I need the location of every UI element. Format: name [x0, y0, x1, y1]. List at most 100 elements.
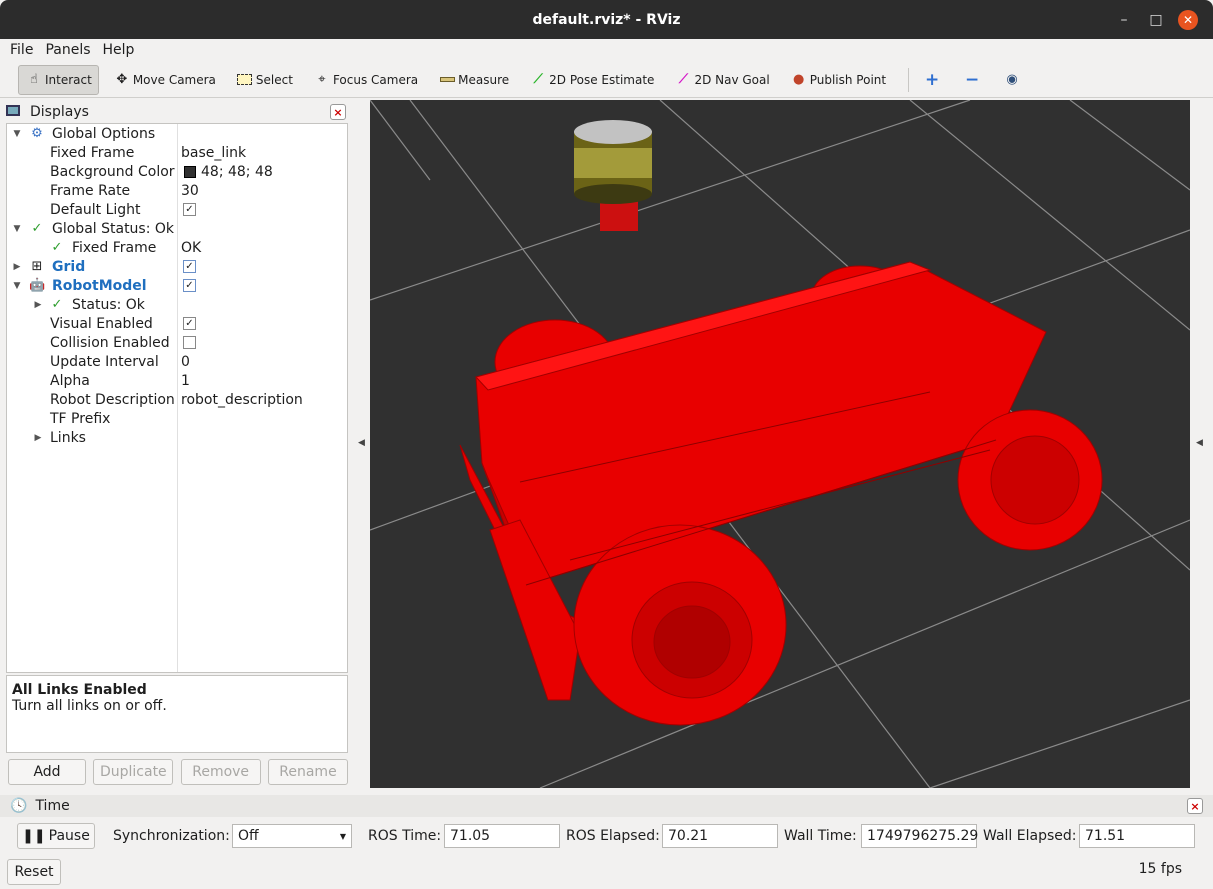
- crosshair-icon: ⌖: [318, 72, 326, 87]
- color-swatch: [184, 165, 196, 178]
- collapse-right-icon[interactable]: ◀: [1196, 438, 1203, 448]
- tree-row-tf-prefix[interactable]: TF Prefix: [7, 409, 347, 428]
- duplicate-button[interactable]: Duplicate: [93, 759, 174, 785]
- ruler-icon: [438, 72, 456, 88]
- collision-enabled-checkbox[interactable]: [183, 336, 196, 349]
- time-footer: Reset 15 fps: [0, 858, 1213, 886]
- clock-icon: 🕓: [10, 798, 28, 814]
- magenta-arrow-icon: ⟋: [678, 72, 688, 87]
- menu-panels[interactable]: Panels: [45, 42, 90, 58]
- close-panel-button[interactable]: ×: [330, 104, 346, 120]
- plus-icon: +: [924, 69, 940, 90]
- close-time-panel-button[interactable]: ×: [1187, 798, 1203, 814]
- hand-pointer-icon: ☝: [30, 72, 38, 87]
- close-button[interactable]: ✕: [1170, 0, 1206, 39]
- wall-elapsed-field[interactable]: 71.51: [1079, 824, 1195, 848]
- expand-arrow-icon[interactable]: ▶: [32, 300, 44, 310]
- ros-elapsed-field[interactable]: 70.21: [662, 824, 778, 848]
- menu-help[interactable]: Help: [103, 42, 135, 58]
- check-icon: ✓: [51, 240, 63, 255]
- default-light-checkbox[interactable]: ✓: [183, 203, 196, 216]
- tree-row-frame-rate[interactable]: Frame Rate 30: [7, 181, 347, 200]
- frame-rate-value[interactable]: 30: [181, 183, 199, 199]
- remove-button[interactable]: Remove: [180, 759, 261, 785]
- tree-row-status-fixed-frame[interactable]: ✓ Fixed Frame OK: [7, 238, 347, 257]
- time-controls: ❚❚ Pause Synchronization: Off ▼ ROS Time…: [0, 821, 1213, 851]
- measure-tool[interactable]: Measure: [432, 65, 515, 95]
- tree-row-grid[interactable]: ▶ ⊞ Grid ✓: [7, 257, 347, 276]
- tree-row-default-light[interactable]: Default Light ✓: [7, 200, 347, 219]
- rename-button[interactable]: Rename: [267, 759, 348, 785]
- move-camera-tool[interactable]: ✥ Move Camera: [107, 65, 222, 95]
- check-icon: ✓: [31, 221, 43, 236]
- synchronization-select[interactable]: Off ▼: [232, 824, 352, 848]
- tree-row-background-color[interactable]: Background Color 48; 48; 48: [7, 162, 347, 181]
- bg-color-value: 48; 48; 48: [201, 163, 273, 180]
- tree-row-collision-enabled[interactable]: Collision Enabled: [7, 333, 347, 352]
- menu-bar: File Panels Help: [0, 39, 1213, 61]
- property-description: All Links Enabled Turn all links on or o…: [6, 675, 348, 753]
- gear-icon: ⚙: [31, 126, 43, 141]
- tree-row-robot-model[interactable]: ▼ 🤖 RobotModel ✓: [7, 276, 347, 295]
- interact-tool[interactable]: ☝ Interact: [18, 64, 99, 95]
- render-viewport[interactable]: [370, 100, 1190, 788]
- tree-row-links[interactable]: ▶ Links: [7, 428, 347, 447]
- add-button[interactable]: Add: [8, 759, 86, 785]
- expand-arrow-icon[interactable]: ▶: [32, 433, 44, 443]
- tree-row-global-options[interactable]: ▼ ⚙ Global Options: [7, 124, 347, 143]
- tree-row-update-interval[interactable]: Update Interval 0: [7, 352, 347, 371]
- pause-icon: ❚❚: [22, 828, 46, 844]
- fixed-frame-value[interactable]: base_link: [181, 145, 246, 161]
- select-rect-icon: [236, 72, 254, 88]
- add-tool-button[interactable]: +: [917, 65, 949, 95]
- grid-enabled-checkbox[interactable]: ✓: [183, 260, 196, 273]
- publish-point-tool[interactable]: ● Publish Point: [784, 65, 892, 95]
- collapse-left-icon[interactable]: ◀: [358, 438, 365, 448]
- pause-button[interactable]: ❚❚ Pause: [17, 823, 95, 849]
- menu-file[interactable]: File: [10, 42, 33, 58]
- remove-tool-button[interactable]: −: [957, 65, 989, 95]
- toolbar-separator: [908, 67, 910, 92]
- displays-tree: ▼ ⚙ Global Options Fixed Frame base_link…: [6, 123, 348, 673]
- tree-row-alpha[interactable]: Alpha 1: [7, 371, 347, 390]
- wall-time-field[interactable]: 1749796275.29: [861, 824, 978, 848]
- grid-icon: ⊞: [31, 259, 43, 274]
- displays-panel: Displays × ▼ ⚙ Global Options Fixed Fram…: [6, 101, 348, 788]
- pose-estimate-tool[interactable]: ⟋ 2D Pose Estimate: [523, 65, 660, 95]
- view-tool-button[interactable]: ◉: [997, 65, 1029, 95]
- maximize-button[interactable]: □: [1138, 0, 1174, 39]
- robot-icon: 🤖: [29, 278, 46, 293]
- window-title: default.rviz* - RViz: [532, 11, 681, 28]
- visual-enabled-checkbox[interactable]: ✓: [183, 317, 196, 330]
- focus-camera-tool[interactable]: ⌖ Focus Camera: [307, 65, 424, 95]
- tree-row-visual-enabled[interactable]: Visual Enabled ✓: [7, 314, 347, 333]
- time-panel-header: 🕓 Time ×: [0, 795, 1213, 817]
- scene-canvas: [370, 100, 1190, 788]
- tree-row-global-status[interactable]: ▼ ✓ Global Status: Ok: [7, 219, 347, 238]
- minimize-button[interactable]: –: [1106, 0, 1142, 39]
- expand-arrow-icon[interactable]: ▶: [11, 262, 23, 272]
- ros-time-field[interactable]: 71.05: [444, 824, 560, 848]
- map-pin-icon: ●: [793, 72, 805, 87]
- lidar-sensor: [574, 120, 652, 231]
- robot-model-enabled-checkbox[interactable]: ✓: [183, 279, 196, 292]
- displays-button-row: Add Duplicate Remove Rename: [8, 759, 348, 785]
- nav-goal-tool[interactable]: ⟋ 2D Nav Goal: [668, 65, 775, 95]
- displays-header: Displays ×: [6, 101, 348, 123]
- check-icon: ✓: [51, 297, 63, 312]
- toolbar: ☝ Interact ✥ Move Camera Select ⌖ Focus …: [0, 62, 1213, 98]
- select-tool[interactable]: Select: [230, 65, 299, 95]
- tree-row-robot-status[interactable]: ▶ ✓ Status: Ok: [7, 295, 347, 314]
- reset-button[interactable]: Reset: [7, 859, 61, 885]
- green-arrow-icon: ⟋: [533, 72, 543, 87]
- collapse-arrow-icon[interactable]: ▼: [11, 281, 23, 291]
- monitor-icon: [6, 104, 24, 120]
- tree-row-robot-description[interactable]: Robot Description robot_description: [7, 390, 347, 409]
- tree-row-fixed-frame[interactable]: Fixed Frame base_link: [7, 143, 347, 162]
- robot-model: [459, 261, 1103, 726]
- window-titlebar: default.rviz* - RViz: [0, 0, 1213, 39]
- collapse-arrow-icon[interactable]: ▼: [11, 129, 23, 139]
- collapse-arrow-icon[interactable]: ▼: [11, 224, 23, 234]
- eye-icon: ◉: [1006, 72, 1018, 87]
- fps-label: 15 fps: [1138, 861, 1182, 877]
